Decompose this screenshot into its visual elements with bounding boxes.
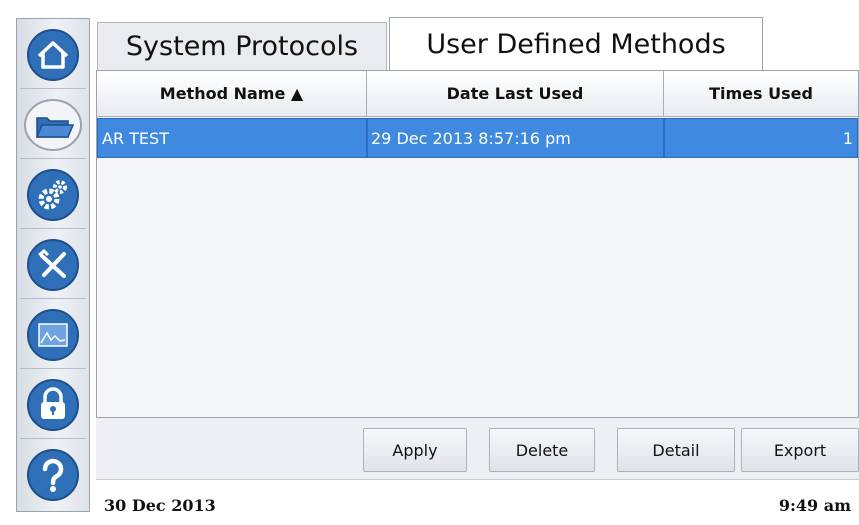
column-header-times-used[interactable]: Times Used (664, 71, 858, 117)
folder-icon (24, 99, 82, 151)
cell-date-last-used: 29 Dec 2013 8:57:16 pm (367, 118, 664, 158)
status-date: 30 Dec 2013 (104, 496, 216, 515)
action-toolbar: Apply Delete Detail Export (96, 418, 859, 480)
apply-button[interactable]: Apply (363, 428, 467, 472)
status-time: 9:49 am (778, 496, 851, 515)
export-button[interactable]: Export (741, 428, 859, 472)
home-button[interactable] (20, 22, 86, 89)
chart-icon (27, 309, 79, 361)
cell-method-name: AR TEST (97, 118, 367, 158)
table-row[interactable]: AR TEST 29 Dec 2013 8:57:16 pm 1 (97, 118, 858, 158)
column-header-date-last-used[interactable]: Date Last Used (367, 71, 664, 117)
tools-button[interactable] (20, 232, 86, 299)
tools-icon (27, 239, 79, 291)
lock-icon (27, 379, 79, 431)
methods-table: Method Name ▲ Date Last Used Times Used … (96, 70, 859, 418)
help-icon (27, 449, 79, 501)
status-bar: 30 Dec 2013 9:49 am (96, 482, 859, 525)
cell-times-used: 1 (664, 118, 858, 158)
tab-user-defined-methods[interactable]: User Defined Methods (389, 17, 763, 70)
detail-button[interactable]: Detail (617, 428, 735, 472)
folder-button[interactable] (20, 92, 86, 159)
sidebar (16, 18, 90, 512)
home-icon (27, 29, 79, 81)
column-header-method-name[interactable]: Method Name ▲ (97, 71, 367, 117)
gears-icon (27, 169, 79, 221)
charts-button[interactable] (20, 302, 86, 369)
help-button[interactable] (20, 442, 86, 508)
tab-system-protocols[interactable]: System Protocols (97, 22, 387, 70)
delete-button[interactable]: Delete (489, 428, 595, 472)
lock-button[interactable] (20, 372, 86, 439)
settings-button[interactable] (20, 162, 86, 229)
